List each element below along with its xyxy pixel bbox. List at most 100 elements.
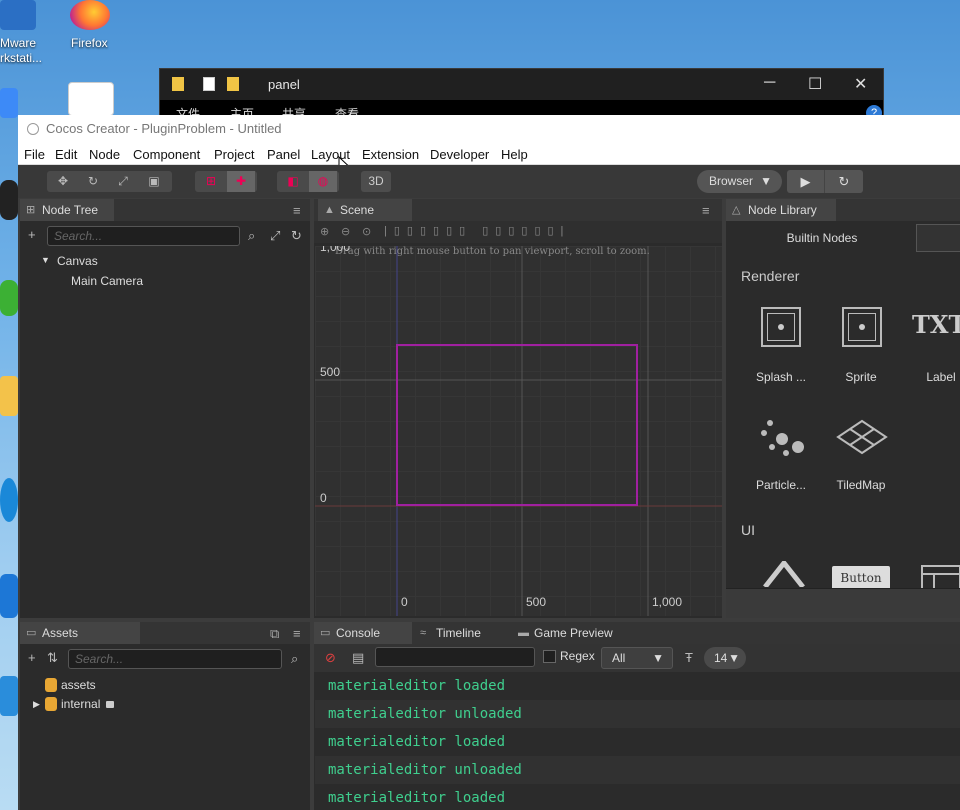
menu-panel[interactable]: Panel	[267, 147, 300, 162]
font-size-icon: Ŧ	[685, 650, 693, 665]
add-icon[interactable]: +	[28, 227, 36, 242]
label-icon[interactable]: TXT	[912, 310, 960, 339]
tab-scene[interactable]: ▲ Scene	[318, 199, 412, 221]
move-tool-icon[interactable]: ✥	[49, 171, 77, 192]
minimize-button[interactable]: ─	[764, 74, 775, 92]
pivot-icon[interactable]: ⊞	[197, 171, 225, 192]
qq-icon[interactable]	[0, 180, 18, 220]
menu-file[interactable]: File	[24, 147, 45, 162]
log-file-icon[interactable]: ▤	[352, 650, 364, 666]
menu-lines-icon[interactable]: ≡	[293, 203, 301, 218]
folder-icon	[172, 77, 184, 91]
button-icon[interactable]: Button	[832, 566, 890, 590]
particle-icon[interactable]	[758, 417, 806, 459]
tiledmap-icon[interactable]	[836, 419, 888, 455]
3d-mode-button[interactable]: 3D	[361, 171, 391, 192]
lib-item-sprite[interactable]: Sprite	[826, 370, 896, 384]
menu-lines-icon[interactable]: ≡	[702, 203, 710, 218]
sprite-icon[interactable]	[842, 307, 882, 347]
rotate-tool-icon[interactable]: ↻	[79, 171, 107, 192]
coord-tools: ◧ ◍	[277, 171, 339, 192]
app-icon[interactable]	[0, 574, 18, 618]
sort-icon[interactable]: ⇅	[47, 650, 58, 666]
tab-assets[interactable]: ▭ Assets	[20, 622, 140, 644]
clear-icon[interactable]: ⊘	[325, 650, 336, 666]
firefox-icon[interactable]	[70, 0, 110, 30]
tree-node-main-camera[interactable]: Main Camera	[71, 274, 143, 288]
tab-console[interactable]: ▭ Console	[314, 622, 412, 644]
node-tree-search-input[interactable]: Search...	[47, 226, 240, 246]
edge-icon[interactable]	[0, 478, 18, 522]
node-library-footer	[726, 588, 960, 618]
dingtalk-icon[interactable]	[0, 88, 18, 118]
menu-node[interactable]: Node	[89, 147, 120, 162]
close-button[interactable]: ✕	[854, 74, 867, 94]
y-axis-label-0: 0	[320, 491, 327, 505]
zoom-reset-icon[interactable]: ⊙	[362, 225, 371, 238]
menu-extension[interactable]: Extension	[362, 147, 419, 162]
lib-item-splash[interactable]: Splash ...	[746, 370, 816, 384]
lib-item-particle[interactable]: Particle...	[746, 478, 816, 492]
properties-icon[interactable]	[203, 77, 215, 91]
tab-timeline-label: Timeline	[436, 626, 481, 640]
tab-node-tree[interactable]: ⊞ Node Tree	[20, 199, 114, 221]
preview-controls: ▶ ↻	[787, 170, 863, 193]
tab-game-preview[interactable]: ▬ Game Preview	[512, 622, 632, 644]
inkscape-icon[interactable]	[68, 82, 114, 116]
menu-component[interactable]: Component	[133, 147, 200, 162]
tab-timeline[interactable]: ≈ Timeline	[414, 622, 510, 644]
align-icons[interactable]: |▯▯▯▯▯▯ ▯▯▯▯▯▯|	[384, 224, 570, 237]
refresh-icon[interactable]: ↻	[825, 170, 863, 193]
folder-icon[interactable]	[0, 376, 18, 416]
desktop-icon-label-vmware: Mware rkstati...	[0, 36, 43, 65]
menu-developer[interactable]: Developer	[430, 147, 489, 162]
widget-icon[interactable]	[763, 561, 805, 587]
search-icon[interactable]: ⌕	[291, 651, 298, 667]
font-size-select[interactable]: 14 ▼	[704, 647, 746, 669]
menu-project[interactable]: Project	[214, 147, 254, 162]
zoom-in-icon[interactable]: ⊕	[320, 225, 329, 238]
rect-tool-icon[interactable]: ▣	[140, 171, 168, 192]
tree-arrow-icon[interactable]: ▶	[33, 699, 40, 710]
tree-node-canvas[interactable]: Canvas	[57, 254, 98, 268]
level-select[interactable]: All ▼	[601, 647, 673, 669]
popout-icon[interactable]: ⧉	[270, 626, 279, 642]
zoom-out-icon[interactable]: ⊖	[341, 225, 350, 238]
local-icon[interactable]: ✚	[227, 171, 255, 192]
wechat-icon[interactable]	[0, 280, 18, 316]
splash-sprite-icon[interactable]	[761, 307, 801, 347]
assets-search-input[interactable]: Search...	[68, 649, 282, 669]
tree-arrow-icon[interactable]: ▼	[41, 255, 50, 265]
new-folder-icon[interactable]	[227, 77, 239, 91]
section-renderer: Renderer	[741, 268, 800, 284]
expand-icon[interactable]: ⤢	[270, 228, 280, 244]
rect-icon[interactable]: ◧	[279, 171, 307, 192]
subtab-custom[interactable]	[916, 224, 960, 252]
asset-item-internal[interactable]: internal	[61, 697, 100, 711]
desktop-icon-label-firefox: Firefox	[71, 36, 108, 50]
asset-item-assets[interactable]: assets	[61, 678, 96, 692]
scale-tool-icon[interactable]: ⤢	[109, 171, 137, 192]
tab-node-tree-label: Node Tree	[42, 203, 99, 217]
menu-lines-icon[interactable]: ≡	[293, 626, 301, 641]
x-axis-label-1000: 1,000	[652, 595, 683, 609]
refresh-icon[interactable]: ↻	[291, 228, 302, 244]
menu-edit[interactable]: Edit	[55, 147, 77, 162]
add-icon[interactable]: +	[28, 650, 36, 665]
global-icon[interactable]: ◍	[309, 171, 337, 192]
subtab-builtin-nodes[interactable]: Builtin Nodes	[732, 224, 912, 252]
lib-item-label[interactable]: Label	[906, 370, 960, 384]
maximize-button[interactable]: ☐	[808, 74, 822, 94]
lib-item-tiledmap[interactable]: TiledMap	[826, 478, 896, 492]
play-icon[interactable]: ▶	[787, 170, 825, 193]
console-filter-input[interactable]	[375, 647, 535, 667]
vscode-icon[interactable]	[0, 676, 18, 716]
tab-node-library[interactable]: △ Node Library	[726, 199, 836, 221]
scene-viewport[interactable]: Drag with right mouse button to pan view…	[315, 246, 722, 616]
vmware-icon[interactable]	[0, 0, 36, 30]
search-icon[interactable]: ⌕	[248, 228, 255, 244]
menu-help[interactable]: Help	[501, 147, 528, 162]
cocos-app-icon	[27, 123, 39, 135]
regex-checkbox[interactable]	[543, 650, 556, 663]
platform-select[interactable]: Browser ▼	[697, 170, 782, 193]
